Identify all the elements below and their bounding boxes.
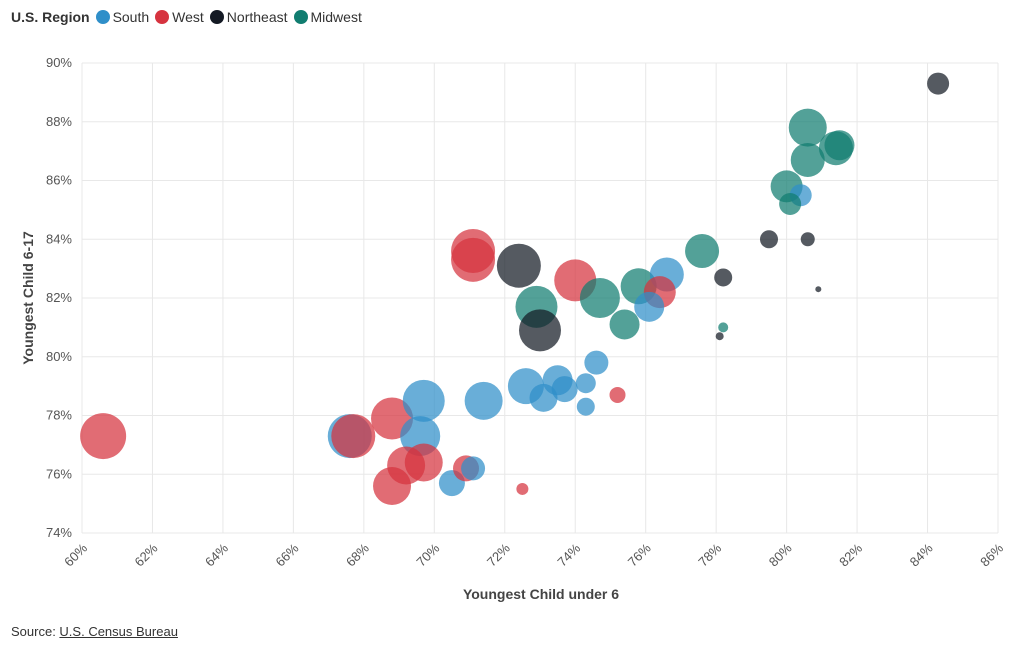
bubble-northeast[interactable]: [714, 268, 733, 287]
y-axis-label: Youngest Child 6-17: [20, 231, 36, 365]
bubble-west[interactable]: [451, 237, 496, 282]
bubble-chart: 74% 76% 78% 80% 82% 84% 86% 88% 90% 60% 62% 64% 66%…: [20, 55, 1006, 602]
bubble-midwest[interactable]: [609, 309, 640, 340]
bubble-south[interactable]: [461, 456, 486, 481]
bubble-south[interactable]: [575, 373, 596, 394]
x-tick-label: 78%: [695, 540, 724, 569]
x-tick-label: 74%: [554, 540, 583, 569]
x-tick-label: 76%: [625, 540, 654, 569]
x-tick-label: 72%: [484, 540, 513, 569]
bubble-midwest[interactable]: [779, 193, 802, 215]
x-axis-label: Youngest Child under 6: [463, 586, 619, 602]
source-note: Source: U.S. Census Bureau: [11, 624, 178, 639]
y-tick-label: 90%: [46, 55, 72, 70]
bubble-west[interactable]: [609, 386, 626, 403]
bubble-south[interactable]: [464, 381, 503, 420]
bubble-northeast[interactable]: [927, 72, 950, 95]
x-tick-label: 86%: [977, 540, 1006, 569]
bubble-northeast[interactable]: [815, 286, 822, 293]
x-tick-label: 60%: [61, 540, 90, 569]
x-tick-label: 66%: [272, 540, 301, 569]
bubble-midwest[interactable]: [685, 234, 720, 268]
x-tick-label: 64%: [202, 540, 231, 569]
x-tick-label: 70%: [413, 540, 442, 569]
bubble-south[interactable]: [634, 291, 665, 322]
bubble-northeast[interactable]: [496, 243, 541, 288]
bubble-northeast[interactable]: [715, 332, 724, 341]
bubble-south[interactable]: [551, 376, 578, 403]
y-tick-label: 78%: [46, 408, 72, 423]
source-prefix: Source:: [11, 624, 60, 639]
bubble-south[interactable]: [402, 379, 445, 422]
y-tick-label: 86%: [46, 173, 72, 188]
y-tick-label: 76%: [46, 466, 72, 481]
bubble-west[interactable]: [516, 482, 529, 495]
x-tick-label: 84%: [907, 540, 936, 569]
bubble-northeast[interactable]: [760, 230, 778, 249]
x-axis-ticks: 60% 62% 64% 66% 68% 70% 72% 74% 76% 78% 80% 82% 84% 8…: [61, 540, 1006, 569]
y-tick-label: 74%: [46, 525, 72, 540]
x-tick-label: 68%: [343, 540, 372, 569]
y-axis-ticks: 74% 76% 78% 80% 82% 84% 86% 88% 90%: [46, 55, 72, 540]
bubble-west[interactable]: [404, 443, 443, 482]
bubble-west[interactable]: [331, 414, 376, 459]
y-tick-label: 80%: [46, 349, 72, 364]
x-tick-label: 80%: [766, 540, 795, 569]
y-tick-label: 88%: [46, 114, 72, 129]
bubble-south[interactable]: [584, 350, 609, 375]
x-tick-label: 62%: [132, 540, 161, 569]
bubble-northeast[interactable]: [800, 232, 815, 247]
y-tick-label: 84%: [46, 231, 72, 246]
bubble-midwest[interactable]: [718, 322, 729, 333]
source-link[interactable]: U.S. Census Bureau: [59, 624, 178, 639]
x-tick-label: 82%: [836, 540, 865, 569]
bubble-west[interactable]: [373, 467, 412, 505]
bubble-midwest[interactable]: [579, 278, 620, 318]
bubble-west[interactable]: [80, 413, 127, 460]
bubble-northeast[interactable]: [519, 309, 561, 352]
data-points: [80, 72, 950, 505]
bubble-midwest[interactable]: [824, 130, 855, 161]
y-tick-label: 82%: [46, 290, 72, 305]
bubble-south[interactable]: [576, 397, 595, 416]
